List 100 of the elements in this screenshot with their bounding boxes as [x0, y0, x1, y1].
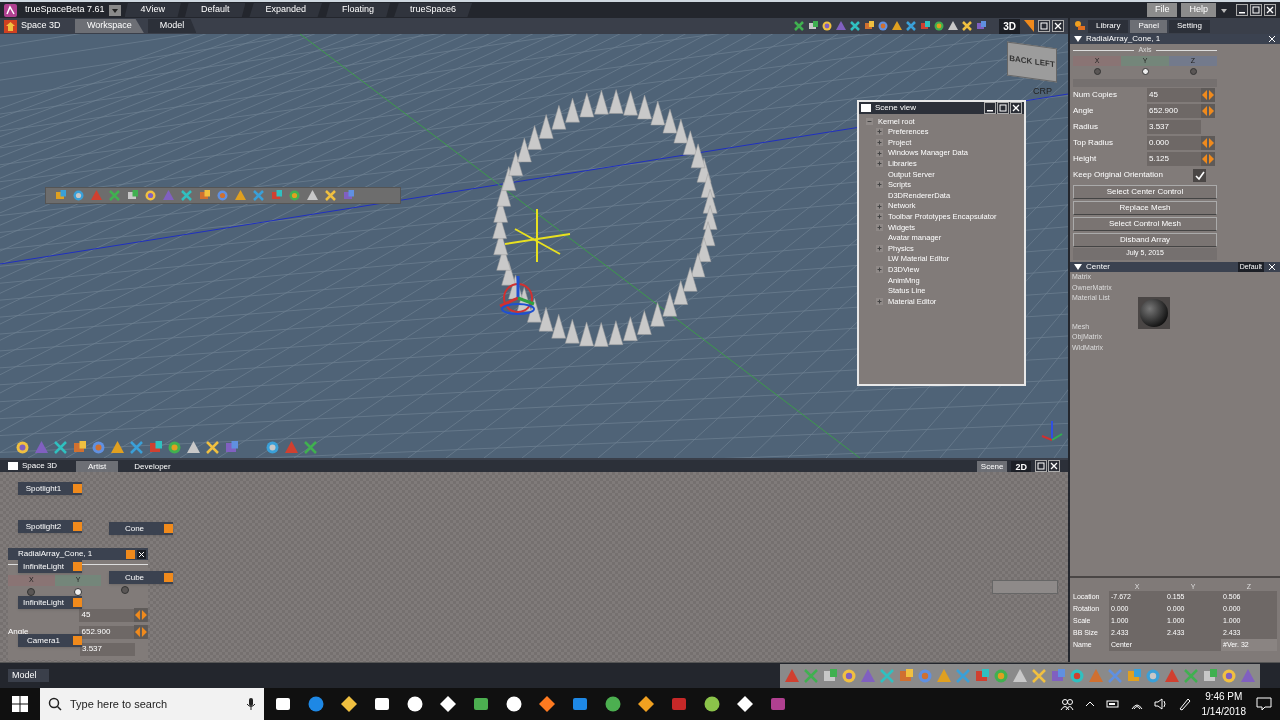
taskbar-app-icon[interactable]	[703, 695, 721, 713]
graph-node[interactable]: Cone	[109, 522, 173, 535]
mode-tab[interactable]: Artist	[76, 460, 119, 472]
tool-icon[interactable]	[1221, 667, 1237, 684]
action-button[interactable]: Select Control Mesh	[1073, 217, 1217, 231]
tool-icon[interactable]	[793, 20, 806, 32]
pen-icon[interactable]	[1177, 697, 1192, 711]
taskbar-app-icon[interactable]	[373, 695, 391, 713]
material-preview[interactable]	[1138, 297, 1170, 329]
notification-icon[interactable]	[1256, 697, 1272, 711]
layout-tab[interactable]: 4View	[124, 3, 181, 17]
tool-icon[interactable]	[205, 439, 220, 455]
value-field[interactable]: 3.537	[80, 642, 135, 656]
value-field[interactable]: 3.537	[1147, 120, 1201, 134]
expand-icon[interactable]	[875, 212, 884, 222]
tool-icon[interactable]	[15, 439, 30, 455]
taskbar-app-icon[interactable]	[538, 695, 556, 713]
layout-tab[interactable]: Expanded	[249, 3, 322, 17]
close-icon[interactable]	[1010, 102, 1022, 114]
view-tab[interactable]: Scene	[976, 460, 1008, 472]
spinner-icon[interactable]	[1201, 88, 1215, 102]
taskbar-app-icon[interactable]	[472, 695, 490, 713]
tool-icon[interactable]	[849, 20, 862, 32]
search-field[interactable]: Type here to search	[40, 688, 264, 720]
axis-radio[interactable]	[1141, 68, 1149, 75]
view-tab[interactable]: 2D	[1011, 460, 1031, 472]
view-cube[interactable]: BACK LEFT	[1007, 41, 1057, 83]
tool-icon[interactable]	[198, 189, 211, 202]
maximize-icon[interactable]	[1035, 460, 1047, 472]
close-icon[interactable]	[137, 549, 146, 559]
cube-face-label[interactable]: LEFT	[1034, 56, 1055, 72]
value-field[interactable]: 652.900	[79, 625, 135, 639]
tool-icon[interactable]	[110, 439, 125, 455]
tool-icon[interactable]	[126, 189, 139, 202]
taskbar-app-icon[interactable]	[340, 695, 358, 713]
taskbar-app-icon[interactable]	[604, 695, 622, 713]
maximize-icon[interactable]	[997, 102, 1009, 114]
minimize-icon[interactable]	[1236, 4, 1248, 16]
tool-icon[interactable]	[863, 20, 876, 32]
collapse-arrow-icon[interactable]	[1074, 36, 1082, 42]
axis-radio[interactable]	[1189, 68, 1197, 75]
tool-icon[interactable]	[841, 667, 857, 684]
tool-icon[interactable]	[167, 439, 182, 455]
axis-radio[interactable]	[74, 587, 82, 596]
tool-icon[interactable]	[306, 189, 319, 202]
tool-icon[interactable]	[265, 439, 280, 455]
tool-icon[interactable]	[72, 189, 85, 202]
action-button[interactable]: Disband Array	[1073, 233, 1217, 247]
expand-icon[interactable]	[875, 180, 884, 190]
expand-icon[interactable]	[875, 201, 884, 211]
axis-radio[interactable]	[1093, 68, 1101, 75]
graph-node[interactable]: Camera1	[18, 634, 82, 647]
tool-icon[interactable]	[324, 189, 337, 202]
axis-radio[interactable]	[27, 587, 36, 596]
graph-node[interactable]: InfiniteLight	[18, 560, 82, 573]
spinner-icon[interactable]	[134, 625, 148, 639]
side-tab[interactable]: Panel	[1130, 19, 1167, 33]
spinner-icon[interactable]	[134, 608, 148, 622]
close-icon[interactable]	[1048, 460, 1060, 472]
tool-icon[interactable]	[148, 439, 163, 455]
tool-icon[interactable]	[961, 20, 974, 32]
side-tab[interactable]: Library	[1088, 19, 1129, 33]
workspace-tab[interactable]: Workspace	[75, 19, 144, 33]
value-field[interactable]: 0.000	[1147, 136, 1201, 150]
workspace-tab[interactable]: Model	[147, 19, 197, 33]
value-field[interactable]: 5.125	[1147, 152, 1201, 166]
windows-start-icon[interactable]	[12, 696, 28, 712]
menu-button[interactable]: File	[1146, 3, 1178, 17]
tool-icon[interactable]	[919, 20, 932, 32]
tool-icon[interactable]	[947, 20, 960, 32]
expand-icon[interactable]	[875, 265, 884, 275]
tool-icon[interactable]	[877, 20, 890, 32]
taskbar-app-icon[interactable]	[439, 695, 457, 713]
collapse-arrow-icon[interactable]	[1074, 264, 1082, 270]
tool-icon[interactable]	[807, 20, 820, 32]
expand-icon[interactable]	[875, 159, 884, 169]
tool-icon[interactable]	[933, 20, 946, 32]
graph-node[interactable]: Spotlight1	[18, 482, 82, 495]
spinner-icon[interactable]	[1201, 104, 1215, 118]
graph-node[interactable]: Cube	[109, 571, 173, 584]
expand-icon[interactable]	[875, 243, 884, 253]
minimize-icon[interactable]	[984, 102, 996, 114]
taskbar-app-icon[interactable]	[505, 695, 523, 713]
scroll-thumb[interactable]	[992, 580, 1058, 594]
tool-icon[interactable]	[53, 439, 68, 455]
taskbar-app-icon[interactable]	[406, 695, 424, 713]
side-tab[interactable]: Setting	[1168, 19, 1210, 33]
collapse-icon[interactable]	[865, 116, 874, 126]
spinner-icon[interactable]	[1201, 136, 1215, 150]
clock-time[interactable]: 9:46 PM	[1205, 689, 1243, 704]
cube-face-label[interactable]: BACK	[1009, 52, 1033, 69]
action-button[interactable]: Select Center Control	[1073, 185, 1217, 199]
tool-icon[interactable]	[891, 20, 904, 32]
layout-tab[interactable]: trueSpace6	[394, 3, 473, 17]
maximize-icon[interactable]	[1038, 20, 1050, 32]
tool-icon[interactable]	[72, 439, 87, 455]
tool-icon[interactable]	[821, 20, 834, 32]
expand-icon[interactable]	[875, 148, 884, 158]
speaker-icon[interactable]	[1153, 697, 1168, 711]
battery-icon[interactable]	[1105, 698, 1120, 710]
